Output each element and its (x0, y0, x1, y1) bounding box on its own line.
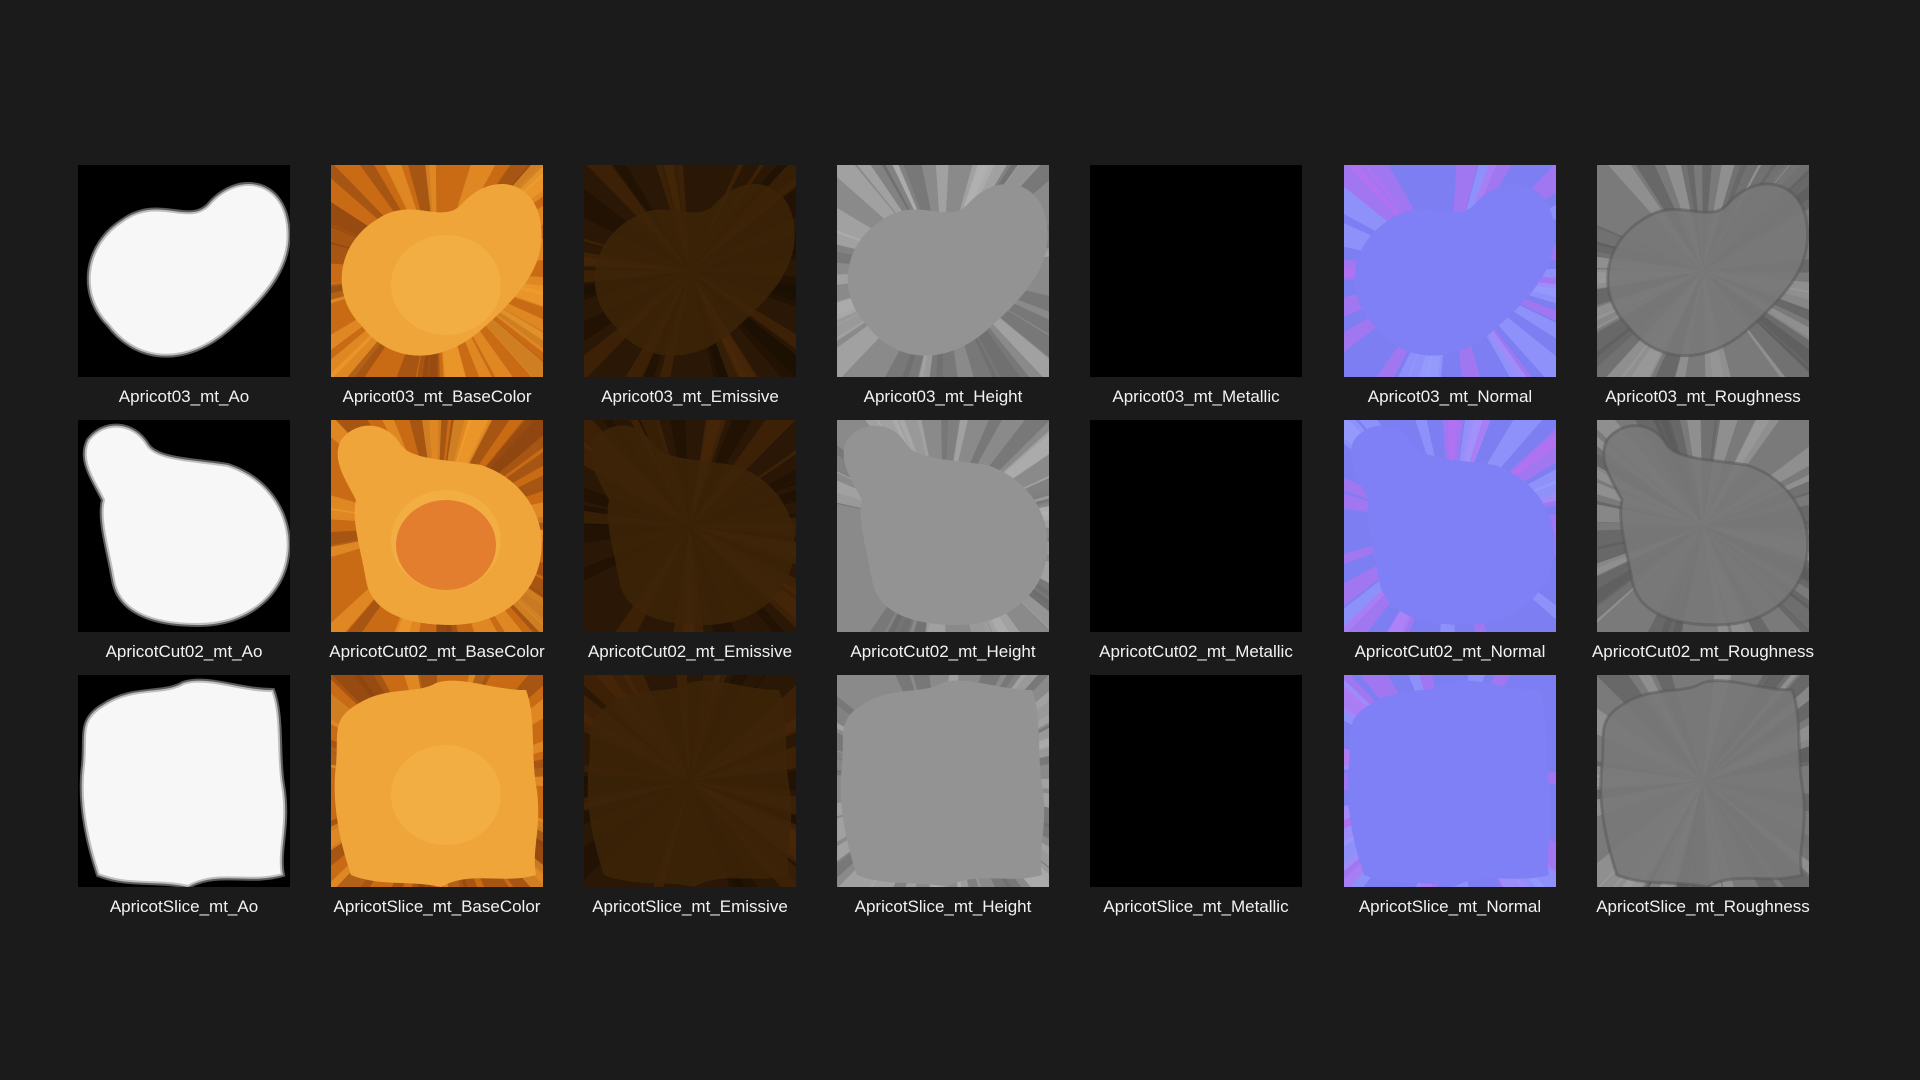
texture-preview-image[interactable] (1090, 675, 1302, 887)
texture-file-name: ApricotCut02_mt_Metallic (1099, 642, 1293, 661)
texture-preview-image[interactable] (1090, 165, 1302, 377)
texture-preview-image[interactable] (331, 675, 543, 887)
texture-thumbnail-item[interactable]: ApricotCut02_mt_BaseColor (317, 420, 557, 672)
texture-preview-image[interactable] (1597, 165, 1809, 377)
texture-thumbnail-item[interactable]: Apricot03_mt_Metallic (1076, 165, 1316, 417)
texture-file-name: ApricotCut02_mt_Emissive (587, 642, 793, 661)
texture-browser: Apricot03_mt_Ao Apricot03_mt_BaseColor A… (0, 0, 1920, 1080)
texture-file-name: ApricotCut02_mt_BaseColor (329, 642, 545, 661)
texture-file-name: ApricotCut02_mt_Height (850, 642, 1036, 661)
texture-thumbnail-item[interactable]: Apricot03_mt_Emissive (570, 165, 810, 417)
texture-thumbnail-item[interactable]: ApricotCut02_mt_Ao (64, 420, 304, 672)
texture-preview-image[interactable] (78, 165, 290, 377)
texture-preview-image[interactable] (1344, 420, 1556, 632)
texture-thumbnail-item[interactable]: ApricotSlice_mt_Normal (1330, 675, 1570, 927)
texture-preview-image[interactable] (1344, 165, 1556, 377)
texture-thumbnail-item[interactable]: ApricotSlice_mt_Ao (64, 675, 304, 927)
texture-file-name: ApricotCut02_mt_Ao (105, 642, 263, 661)
texture-thumbnail-item[interactable]: Apricot03_mt_Normal (1330, 165, 1570, 417)
texture-file-name: Apricot03_mt_Height (863, 387, 1023, 406)
texture-thumbnail-item[interactable]: ApricotSlice_mt_Metallic (1076, 675, 1316, 927)
texture-thumbnail-item[interactable]: ApricotSlice_mt_Roughness (1583, 675, 1823, 927)
texture-file-name: ApricotSlice_mt_Roughness (1596, 897, 1810, 916)
texture-thumbnail-item[interactable]: Apricot03_mt_Roughness (1583, 165, 1823, 417)
texture-thumbnail-item[interactable]: ApricotCut02_mt_Height (823, 420, 1063, 672)
texture-file-name: Apricot03_mt_Metallic (1112, 387, 1280, 406)
texture-file-name: Apricot03_mt_Normal (1367, 387, 1533, 406)
texture-thumbnail-item[interactable]: Apricot03_mt_Ao (64, 165, 304, 417)
texture-preview-image[interactable] (331, 165, 543, 377)
texture-preview-image[interactable] (78, 420, 290, 632)
texture-file-name: ApricotCut02_mt_Normal (1354, 642, 1546, 661)
texture-thumbnail-item[interactable]: Apricot03_mt_BaseColor (317, 165, 557, 417)
texture-thumbnail-item[interactable]: ApricotSlice_mt_BaseColor (317, 675, 557, 927)
texture-thumbnail-item[interactable]: ApricotSlice_mt_Height (823, 675, 1063, 927)
texture-thumbnail-item[interactable]: Apricot03_mt_Height (823, 165, 1063, 417)
texture-preview-image[interactable] (837, 165, 1049, 377)
texture-preview-image[interactable] (837, 420, 1049, 632)
texture-preview-image[interactable] (584, 165, 796, 377)
thumbnail-grid: Apricot03_mt_Ao Apricot03_mt_BaseColor A… (0, 0, 1920, 1080)
texture-file-name: ApricotSlice_mt_Emissive (592, 897, 788, 916)
texture-file-name: ApricotCut02_mt_Roughness (1591, 642, 1815, 661)
texture-preview-image[interactable] (78, 675, 290, 887)
texture-file-name: Apricot03_mt_BaseColor (342, 387, 532, 406)
texture-file-name: ApricotSlice_mt_Metallic (1103, 897, 1289, 916)
texture-thumbnail-item[interactable]: ApricotCut02_mt_Normal (1330, 420, 1570, 672)
texture-file-name: ApricotSlice_mt_BaseColor (333, 897, 541, 916)
texture-thumbnail-item[interactable]: ApricotSlice_mt_Emissive (570, 675, 810, 927)
texture-preview-image[interactable] (1597, 420, 1809, 632)
texture-preview-image[interactable] (1344, 675, 1556, 887)
texture-thumbnail-item[interactable]: ApricotCut02_mt_Metallic (1076, 420, 1316, 672)
texture-file-name: ApricotSlice_mt_Ao (109, 897, 259, 916)
texture-preview-image[interactable] (1090, 420, 1302, 632)
texture-preview-image[interactable] (584, 675, 796, 887)
texture-preview-image[interactable] (837, 675, 1049, 887)
texture-file-name: ApricotSlice_mt_Normal (1358, 897, 1542, 916)
texture-thumbnail-item[interactable]: ApricotCut02_mt_Roughness (1583, 420, 1823, 672)
texture-thumbnail-item[interactable]: ApricotCut02_mt_Emissive (570, 420, 810, 672)
texture-preview-image[interactable] (331, 420, 543, 632)
texture-preview-image[interactable] (1597, 675, 1809, 887)
texture-file-name: Apricot03_mt_Ao (118, 387, 250, 406)
texture-file-name: ApricotSlice_mt_Height (854, 897, 1032, 916)
texture-file-name: Apricot03_mt_Emissive (601, 387, 779, 406)
texture-file-name: Apricot03_mt_Roughness (1605, 387, 1801, 406)
texture-preview-image[interactable] (584, 420, 796, 632)
